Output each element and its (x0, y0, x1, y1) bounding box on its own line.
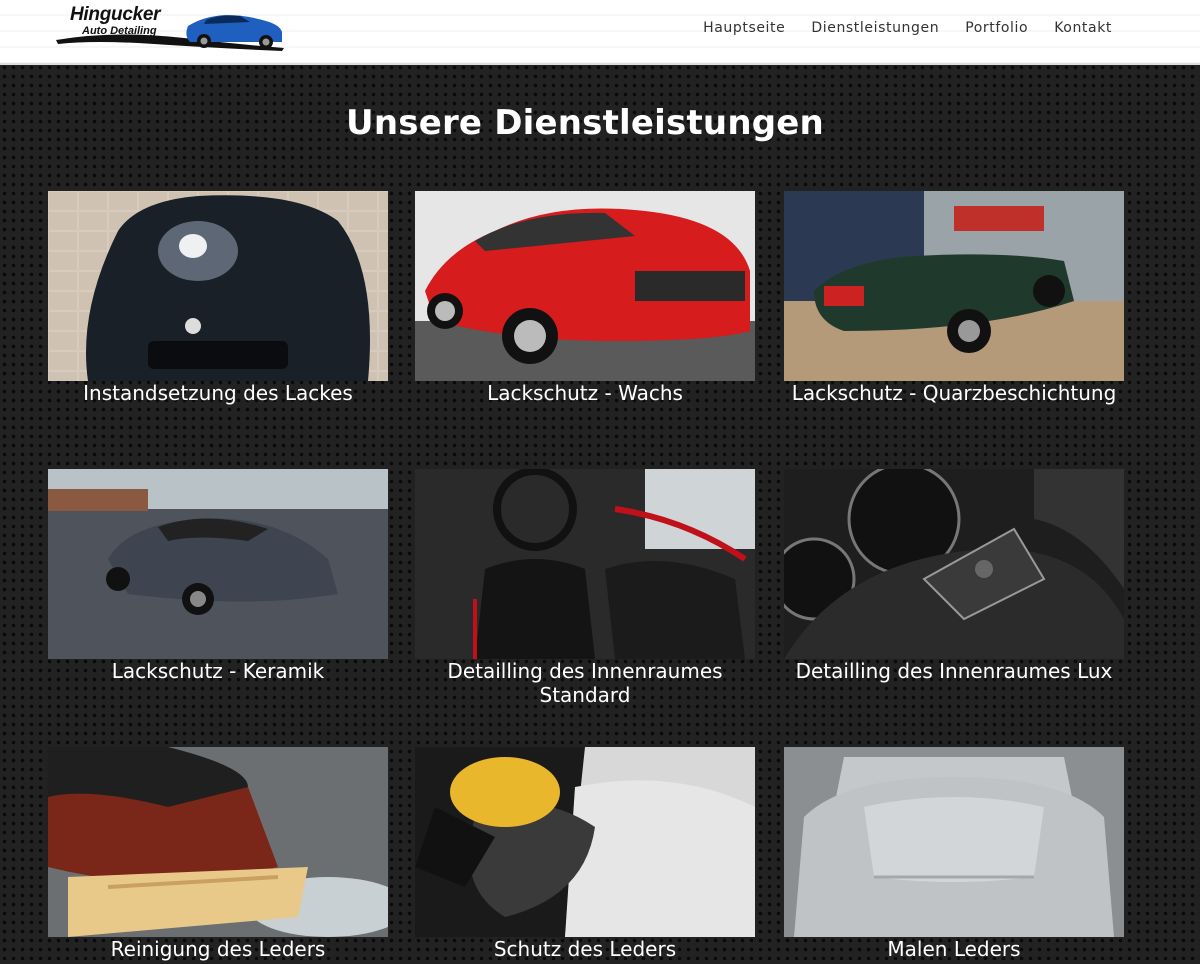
service-card-leather-protection[interactable]: Schutz des Leders (415, 747, 755, 961)
brand-name: Hingucker (70, 4, 161, 25)
service-card-ceramic[interactable]: Lackschutz - Keramik (48, 469, 388, 683)
nav-item-kontakt[interactable]: Kontakt (1054, 20, 1112, 36)
nav-item-portfolio[interactable]: Portfolio (965, 20, 1028, 36)
service-image-grey-audi-r8 (48, 469, 388, 659)
service-image-green-triumph-roadster (784, 191, 1124, 381)
service-title: Reinigung des Leders (110, 937, 326, 961)
page-title: Unsere Dienstleistungen (346, 102, 824, 143)
service-image-mini-interior (415, 469, 755, 659)
service-card-wax[interactable]: Lackschutz - Wachs (415, 191, 755, 405)
site-header: Hingucker Auto Detailing Hauptseite Dien… (0, 0, 1200, 65)
service-image-grey-leather-seat (784, 747, 1124, 937)
service-title: Detailling des Innenraumes Standard (447, 659, 723, 707)
service-title: Lackschutz - Wachs (487, 381, 683, 405)
service-card-leather-painting[interactable]: Malen Leders (784, 747, 1124, 961)
nav-item-dienstleistungen[interactable]: Dienstleistungen (811, 20, 939, 36)
service-card-interior-lux[interactable]: Detailling des Innenraumes Lux (784, 469, 1124, 683)
service-title: Lackschutz - Keramik (111, 659, 325, 683)
main-nav: Hauptseite Dienstleistungen Portfolio Ko… (703, 20, 1112, 36)
service-card-quartz[interactable]: Lackschutz - Quarzbeschichtung (784, 191, 1124, 405)
service-title: Detailling des Innenraumes Lux (795, 659, 1113, 683)
service-title: Malen Leders (887, 937, 1021, 961)
service-title: Lackschutz - Quarzbeschichtung (791, 381, 1117, 405)
brand-logo[interactable]: Hingucker Auto Detailing (54, 4, 286, 54)
service-image-leather-applicator (415, 747, 755, 937)
service-image-leather-brush (48, 747, 388, 937)
service-title: Instandsetzung des Lackes (83, 381, 353, 405)
service-card-interior-standard[interactable]: Detailling des Innenraumes Standard (415, 469, 755, 707)
brand-tagline: Auto Detailing (82, 25, 157, 37)
service-image-red-alfa-romeo (415, 191, 755, 381)
service-card-leather-cleaning[interactable]: Reinigung des Leders (48, 747, 388, 961)
service-image-steering-wheel-dashboard (784, 469, 1124, 659)
service-card-paint-repair[interactable]: Instandsetzung des Lackes (48, 191, 388, 405)
service-image-black-bmw-hood (48, 191, 388, 381)
service-title: Schutz des Leders (493, 937, 677, 961)
nav-item-hauptseite[interactable]: Hauptseite (703, 20, 785, 36)
